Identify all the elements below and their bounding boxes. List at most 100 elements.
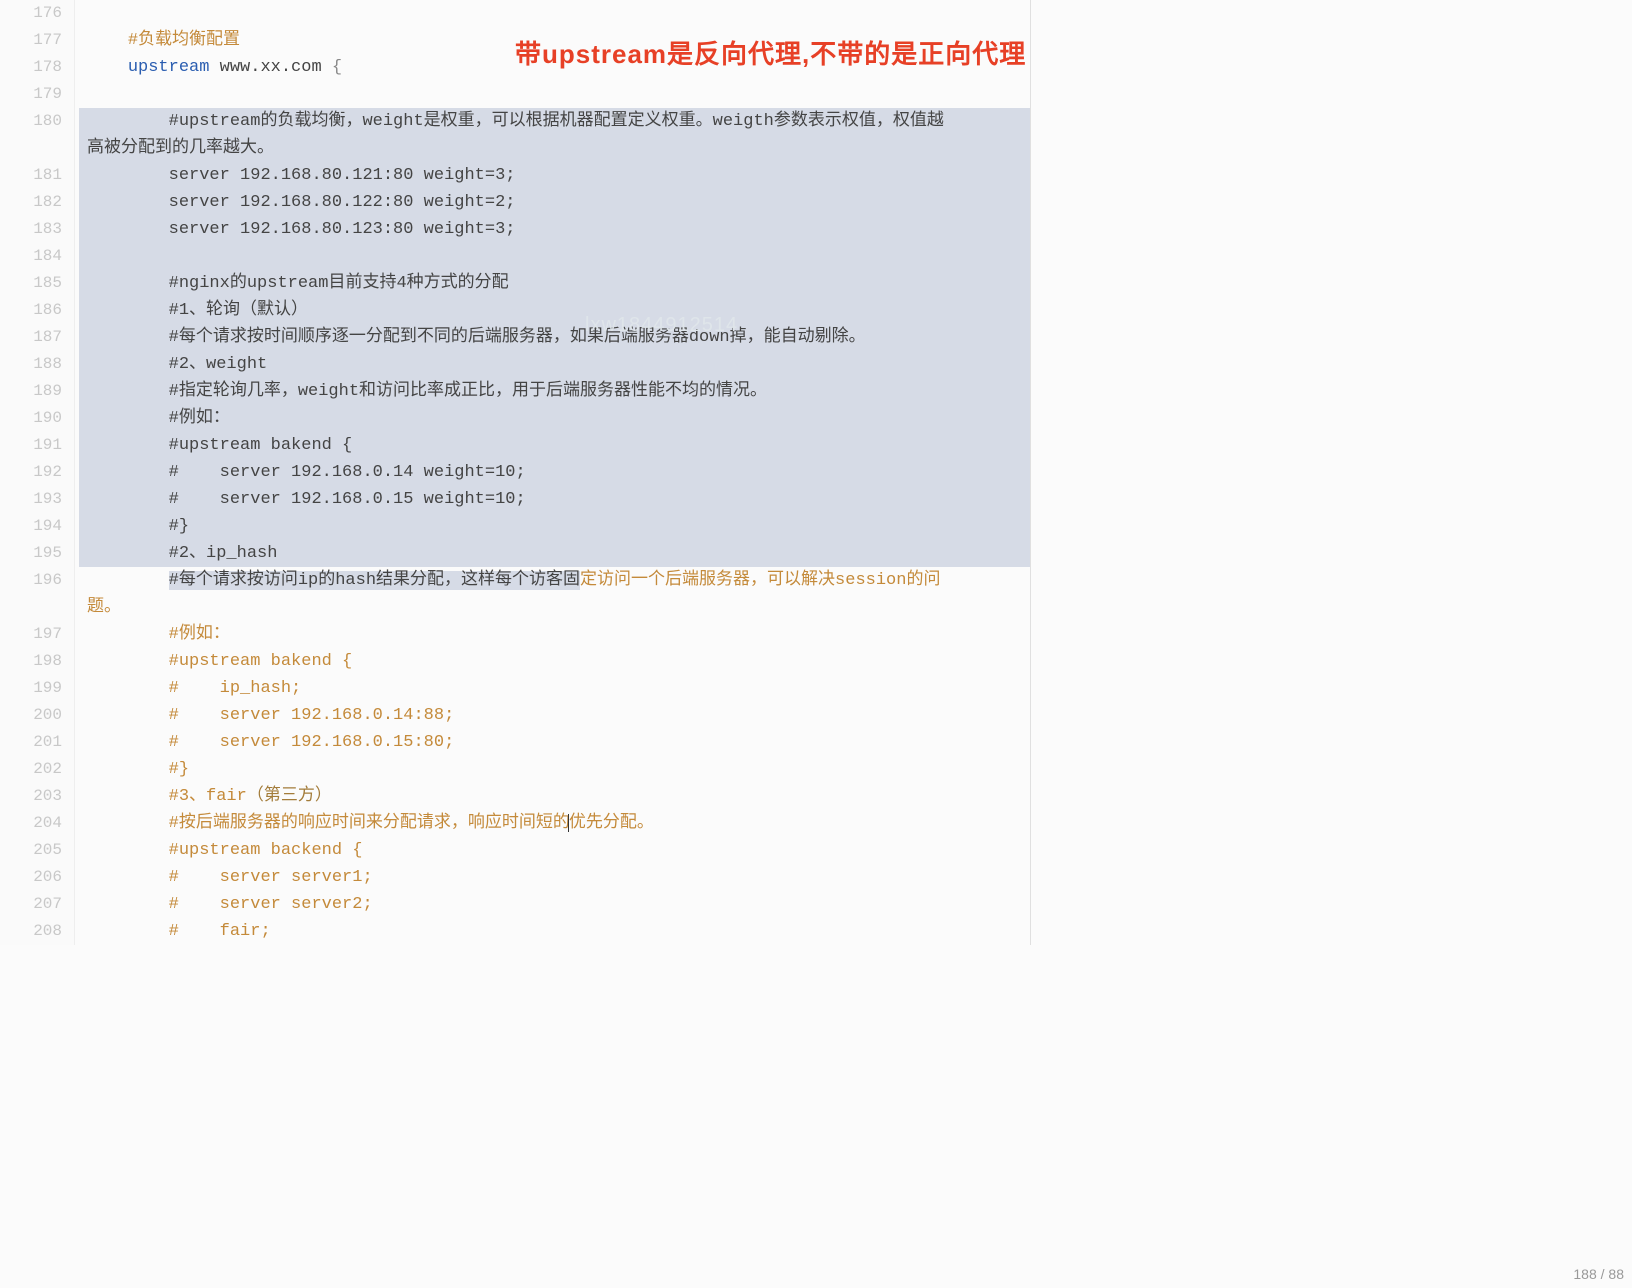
- code-token-comment: # fair;: [169, 922, 271, 941]
- code-line-selected[interactable]: #upstream bakend {: [79, 432, 1030, 459]
- line-number: 188: [0, 351, 62, 378]
- code-line[interactable]: # server 192.168.0.14:88;: [79, 702, 1030, 729]
- code-token: # server 192.168.0.15 weight=10;: [169, 490, 526, 509]
- code-token: # server 192.168.0.14 weight=10;: [169, 463, 526, 482]
- code-token-dim: （第三方）: [247, 787, 332, 806]
- code-token-keyword: upstream: [128, 58, 210, 77]
- code-token-comment: #upstream backend {: [169, 841, 363, 860]
- code-token: #upstream的负载均衡，weight是权重，可以根据机器配置定义权重。we…: [169, 112, 944, 131]
- line-number: 195: [0, 540, 62, 567]
- code-line-selected[interactable]: # server 192.168.0.15 weight=10;: [79, 486, 1030, 513]
- code-token: #1、轮询（默认）: [169, 301, 308, 320]
- line-number: 187: [0, 324, 62, 351]
- code-token: #指定轮询几率，weight和访问比率成正比，用于后端服务器性能不均的情况。: [169, 382, 767, 401]
- code-line[interactable]: #3、fair（第三方）: [79, 783, 1030, 810]
- code-area[interactable]: 带upstream是反向代理,不带的是正向代理 lxw1844912514 #负…: [75, 0, 1030, 945]
- code-token-comment: # server server1;: [169, 868, 373, 887]
- line-number: 198: [0, 648, 62, 675]
- line-number: 204: [0, 810, 62, 837]
- code-line-selected[interactable]: #upstream的负载均衡，weight是权重，可以根据机器配置定义权重。we…: [79, 108, 1030, 135]
- code-line[interactable]: #按后端服务器的响应时间来分配请求，响应时间短的优先分配。: [79, 810, 1030, 837]
- code-line-selected[interactable]: #1、轮询（默认）: [79, 297, 1030, 324]
- code-line-selected[interactable]: [79, 243, 1030, 270]
- code-token-comment: 定访问一个后端服务器，可以解决session的问: [580, 571, 940, 590]
- line-number: 200: [0, 702, 62, 729]
- line-number: [0, 594, 62, 621]
- code-line-selected[interactable]: #2、ip_hash: [79, 540, 1030, 567]
- code-line[interactable]: [79, 81, 1030, 108]
- line-number: 191: [0, 432, 62, 459]
- annotation-text: 带upstream是反向代理,不带的是正向代理: [515, 34, 1026, 74]
- code-line[interactable]: #upstream backend {: [79, 837, 1030, 864]
- line-number: 186: [0, 297, 62, 324]
- line-number: 192: [0, 459, 62, 486]
- code-token: #例如：: [169, 409, 230, 428]
- line-number: [0, 135, 62, 162]
- code-line-selected[interactable]: #2、weight: [79, 351, 1030, 378]
- line-number: 178: [0, 54, 62, 81]
- code-token: #每个请求按时间顺序逐一分配到不同的后端服务器，如果后端服务器down掉，能自动…: [169, 328, 866, 347]
- line-number: 199: [0, 675, 62, 702]
- code-token: www.xx.com: [209, 58, 331, 77]
- code-token-comment: # ip_hash;: [169, 679, 302, 698]
- code-token-comment: #upstream bakend {: [169, 652, 353, 671]
- code-token-comment: 优先分配。: [569, 814, 654, 833]
- code-line[interactable]: #}: [79, 756, 1030, 783]
- status-bar-position: 188 / 88: [1573, 1264, 1624, 1286]
- code-line-selected[interactable]: server 192.168.80.122:80 weight=2;: [79, 189, 1030, 216]
- line-number: 179: [0, 81, 62, 108]
- line-number: 183: [0, 216, 62, 243]
- line-number: 177: [0, 27, 62, 54]
- code-line-selected[interactable]: #}: [79, 513, 1030, 540]
- line-number: 201: [0, 729, 62, 756]
- code-token: #}: [169, 517, 189, 536]
- code-line[interactable]: # fair;: [79, 918, 1030, 945]
- line-number: 207: [0, 891, 62, 918]
- code-line[interactable]: #每个请求按访问ip的hash结果分配，这样每个访客固定访问一个后端服务器，可以…: [79, 567, 1030, 594]
- code-line[interactable]: # ip_hash;: [79, 675, 1030, 702]
- code-token: server 192.168.80.121:80 weight=3;: [169, 166, 516, 185]
- code-token-comment: # server server2;: [169, 895, 373, 914]
- code-line-wrap[interactable]: 高被分配到的几率越大。: [79, 135, 1030, 162]
- code-line-selected[interactable]: server 192.168.80.121:80 weight=3;: [79, 162, 1030, 189]
- line-number: 181: [0, 162, 62, 189]
- line-number: 176: [0, 0, 62, 27]
- code-line-selected[interactable]: #例如：: [79, 405, 1030, 432]
- line-number: 190: [0, 405, 62, 432]
- code-token: server 192.168.80.123:80 weight=3;: [169, 220, 516, 239]
- code-token-comment: # server 192.168.0.14:88;: [169, 706, 455, 725]
- line-number-gutter: 176 177 178 179 180 181 182 183 184 185 …: [0, 0, 75, 945]
- line-number: 184: [0, 243, 62, 270]
- line-number: 197: [0, 621, 62, 648]
- code-token: #nginx的upstream目前支持4种方式的分配: [169, 274, 509, 293]
- code-token-brace: {: [332, 58, 342, 77]
- line-number: 180: [0, 108, 62, 135]
- code-editor[interactable]: 176 177 178 179 180 181 182 183 184 185 …: [0, 0, 1031, 945]
- code-line-selected[interactable]: #nginx的upstream目前支持4种方式的分配: [79, 270, 1030, 297]
- code-line-selected[interactable]: # server 192.168.0.14 weight=10;: [79, 459, 1030, 486]
- code-line[interactable]: # server 192.168.0.15:80;: [79, 729, 1030, 756]
- code-token-comment: #3、fair: [169, 787, 247, 806]
- code-line-wrap[interactable]: 题。: [79, 594, 1030, 621]
- code-token: #每个请求按访问ip的hash结果分配，这样每个访客固: [169, 571, 580, 590]
- code-line-selected[interactable]: #每个请求按时间顺序逐一分配到不同的后端服务器，如果后端服务器down掉，能自动…: [79, 324, 1030, 351]
- code-line[interactable]: # server server1;: [79, 864, 1030, 891]
- code-line[interactable]: # server server2;: [79, 891, 1030, 918]
- code-token-comment: 题。: [87, 598, 121, 617]
- code-token: 高被分配到的几率越大。: [87, 139, 274, 158]
- code-line[interactable]: #例如：: [79, 621, 1030, 648]
- code-token-comment: #}: [169, 760, 189, 779]
- line-number: 206: [0, 864, 62, 891]
- line-number: 189: [0, 378, 62, 405]
- line-number: 205: [0, 837, 62, 864]
- code-token-comment: #例如：: [169, 625, 230, 644]
- code-line[interactable]: #upstream bakend {: [79, 648, 1030, 675]
- code-token-comment: #负载均衡配置: [128, 31, 240, 50]
- line-number: 185: [0, 270, 62, 297]
- line-number: 203: [0, 783, 62, 810]
- code-line[interactable]: [79, 0, 1030, 27]
- code-token: #2、ip_hash: [169, 544, 278, 563]
- code-line-selected[interactable]: #指定轮询几率，weight和访问比率成正比，用于后端服务器性能不均的情况。: [79, 378, 1030, 405]
- line-number: 196: [0, 567, 62, 594]
- code-line-selected[interactable]: server 192.168.80.123:80 weight=3;: [79, 216, 1030, 243]
